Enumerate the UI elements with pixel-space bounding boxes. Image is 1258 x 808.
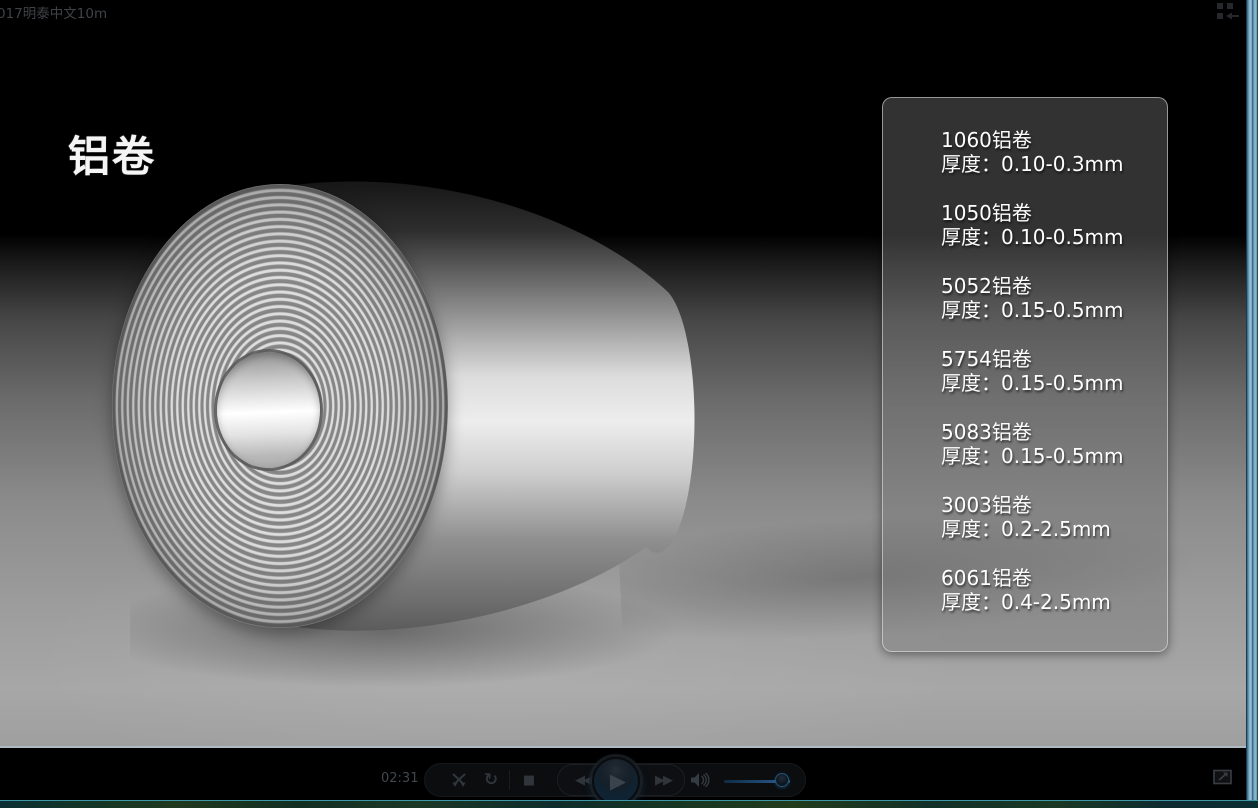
shuffle-icon: [450, 773, 468, 788]
coil-name: 1060铝卷: [941, 128, 1157, 152]
rewind-icon: ◀◀: [575, 773, 591, 788]
spec-item: 5754铝卷 厚度：0.15-0.5mm: [941, 347, 1157, 395]
loop-icon: ↻: [484, 770, 498, 790]
coil-thickness: 厚度：0.10-0.5mm: [941, 225, 1157, 249]
coil-thickness: 厚度：0.15-0.5mm: [941, 444, 1157, 468]
loop-button[interactable]: ↻: [479, 764, 503, 796]
spec-item: 1050铝卷 厚度：0.10-0.5mm: [941, 201, 1157, 249]
bottom-edge-strip: [0, 800, 1258, 808]
coil-thickness: 厚度：0.10-0.3mm: [941, 152, 1157, 176]
aluminum-coil-core-hole: [217, 352, 320, 468]
play-icon: ▶: [610, 769, 626, 793]
coil-name: 5083铝卷: [941, 420, 1157, 444]
coil-thickness: 厚度：0.2-2.5mm: [941, 517, 1157, 541]
mute-button[interactable]: [687, 764, 713, 796]
coil-name: 6061铝卷: [941, 566, 1157, 590]
time-display: 02:31: [381, 771, 418, 786]
popout-icon[interactable]: [1213, 769, 1233, 785]
title-bar: 017明泰中文10m: [0, 0, 1246, 25]
spec-item: 3003铝卷 厚度：0.2-2.5mm: [941, 493, 1157, 541]
fast-forward-icon: ▶▶: [655, 773, 671, 788]
stop-icon: ■: [523, 773, 535, 788]
coil-name: 3003铝卷: [941, 493, 1157, 517]
fast-forward-button[interactable]: ▶▶: [643, 764, 683, 796]
stop-button[interactable]: ■: [517, 764, 541, 796]
play-button[interactable]: ▶: [592, 757, 640, 805]
transport-pill: ↻ ■ ◀◀ ▶▶ ▶: [424, 763, 806, 797]
video-canvas[interactable]: 铝卷: [0, 25, 1246, 748]
coil-thickness: 厚度：0.15-0.5mm: [941, 298, 1157, 322]
dock-panels-icon[interactable]: [1216, 2, 1240, 20]
window-title: 017明泰中文10m: [0, 2, 107, 22]
coil-thickness: 厚度：0.15-0.5mm: [941, 371, 1157, 395]
control-bar: 02:31 ↻ ■ ◀◀ ▶▶: [0, 750, 1246, 800]
coil-name: 5754铝卷: [941, 347, 1157, 371]
coil-name: 1050铝卷: [941, 201, 1157, 225]
control-divider: [509, 770, 510, 790]
player-window: 017明泰中文10m 铝卷: [0, 0, 1258, 808]
coil-thickness: 厚度：0.4-2.5mm: [941, 590, 1157, 614]
shuffle-button[interactable]: [447, 764, 471, 796]
spec-item: 5052铝卷 厚度：0.15-0.5mm: [941, 274, 1157, 322]
spec-item: 5083铝卷 厚度：0.15-0.5mm: [941, 420, 1157, 468]
volume-knob[interactable]: [775, 773, 789, 787]
speaker-icon: [690, 772, 710, 788]
spec-item: 1060铝卷 厚度：0.10-0.3mm: [941, 128, 1157, 176]
coil-name: 5052铝卷: [941, 274, 1157, 298]
spec-item: 6061铝卷 厚度：0.4-2.5mm: [941, 566, 1157, 614]
spec-panel: 1060铝卷 厚度：0.10-0.3mm 1050铝卷 厚度：0.10-0.5m…: [882, 97, 1168, 652]
scrollbar[interactable]: [1246, 0, 1258, 801]
